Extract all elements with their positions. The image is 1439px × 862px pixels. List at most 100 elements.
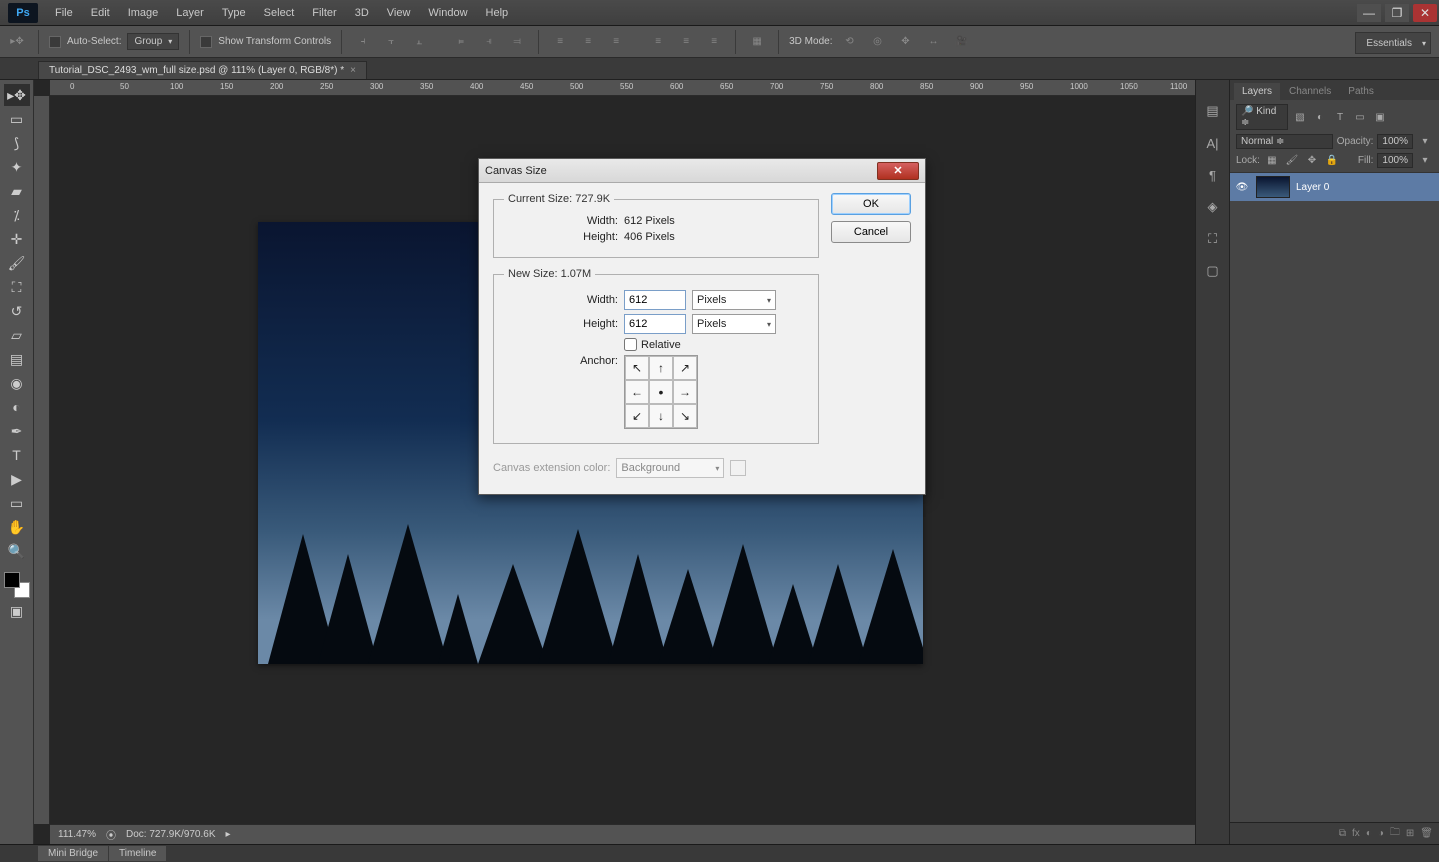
paragraph-panel-icon[interactable]: ¶ bbox=[1202, 164, 1224, 186]
new-layer-icon[interactable]: ⊞ bbox=[1406, 828, 1414, 839]
show-transform-checkbox[interactable] bbox=[200, 36, 212, 48]
lasso-tool[interactable]: ⟆ bbox=[4, 132, 30, 154]
3d-roll-icon[interactable]: ◎ bbox=[866, 32, 888, 52]
document-tab-close-icon[interactable]: × bbox=[350, 65, 356, 76]
tab-timeline[interactable]: Timeline bbox=[109, 846, 166, 861]
menu-window[interactable]: Window bbox=[419, 7, 476, 19]
ruler-horizontal[interactable]: 0501001502002503003504004505005506006507… bbox=[50, 80, 1195, 96]
layer-row[interactable]: 👁 Layer 0 bbox=[1230, 173, 1439, 201]
distribute-4-icon[interactable]: ≡ bbox=[647, 32, 669, 52]
history-brush-tool[interactable]: ↺ bbox=[4, 300, 30, 322]
filter-smart-icon[interactable]: ▣ bbox=[1372, 112, 1388, 123]
pen-tool[interactable]: ✒ bbox=[4, 420, 30, 442]
crop-tool[interactable]: ▰ bbox=[4, 180, 30, 202]
anchor-n[interactable]: ↑ bbox=[649, 356, 673, 380]
healing-brush-tool[interactable]: ✛ bbox=[4, 228, 30, 250]
3d-slide-icon[interactable]: ↔ bbox=[922, 32, 944, 52]
hand-tool[interactable]: ✋ bbox=[4, 516, 30, 538]
eyedropper-tool[interactable]: ⁒ bbox=[4, 204, 30, 226]
lock-transparent-icon[interactable]: ▦ bbox=[1264, 155, 1280, 166]
distribute-5-icon[interactable]: ≡ bbox=[675, 32, 697, 52]
brush-tool[interactable]: 🖌 bbox=[4, 252, 30, 274]
layer-visibility-icon[interactable]: 👁 bbox=[1234, 182, 1250, 193]
fill-input[interactable]: 100% bbox=[1377, 153, 1413, 168]
align-left-icon[interactable]: ⫞ bbox=[352, 32, 374, 52]
marquee-tool[interactable]: ▭ bbox=[4, 108, 30, 130]
layer-fx-icon[interactable]: fx bbox=[1352, 828, 1360, 839]
align-center-v-icon[interactable]: ⫣ bbox=[478, 32, 500, 52]
status-expand-icon[interactable]: ⦿ bbox=[106, 827, 116, 842]
history-panel-icon[interactable]: ▤ bbox=[1202, 100, 1224, 122]
opacity-input[interactable]: 100% bbox=[1377, 134, 1413, 149]
ok-button[interactable]: OK bbox=[831, 193, 911, 215]
zoom-level[interactable]: 111.47% bbox=[58, 829, 96, 840]
new-fill-layer-icon[interactable]: ◑ bbox=[1378, 828, 1384, 839]
anchor-sw[interactable]: ↙ bbox=[625, 404, 649, 428]
menu-3d[interactable]: 3D bbox=[346, 7, 378, 19]
lock-all-icon[interactable]: 🔒 bbox=[1324, 155, 1340, 166]
delete-layer-icon[interactable]: 🗑 bbox=[1420, 828, 1433, 839]
new-width-unit-dropdown[interactable]: Pixels bbox=[692, 290, 776, 310]
type-tool[interactable]: T bbox=[4, 444, 30, 466]
eraser-tool[interactable]: ▱ bbox=[4, 324, 30, 346]
distribute-6-icon[interactable]: ≡ bbox=[703, 32, 725, 52]
auto-select-target-dropdown[interactable]: Group bbox=[127, 33, 179, 50]
3d-pan-icon[interactable]: ✥ bbox=[894, 32, 916, 52]
dialog-close-button[interactable]: ✕ bbox=[877, 162, 919, 180]
menu-type[interactable]: Type bbox=[213, 7, 255, 19]
menu-layer[interactable]: Layer bbox=[167, 7, 213, 19]
new-height-input[interactable] bbox=[624, 314, 686, 334]
close-button[interactable]: ✕ bbox=[1413, 4, 1437, 22]
relative-checkbox[interactable] bbox=[624, 338, 637, 351]
layer-thumbnail[interactable] bbox=[1256, 176, 1290, 198]
extension-color-dropdown[interactable]: Background bbox=[616, 458, 724, 478]
filter-adjust-icon[interactable]: ◐ bbox=[1312, 112, 1328, 123]
magic-wand-tool[interactable]: ✦ bbox=[4, 156, 30, 178]
new-height-unit-dropdown[interactable]: Pixels bbox=[692, 314, 776, 334]
cancel-button[interactable]: Cancel bbox=[831, 221, 911, 243]
properties-panel-icon[interactable]: ⛶ bbox=[1202, 228, 1224, 250]
auto-select-checkbox[interactable] bbox=[49, 36, 61, 48]
distribute-3-icon[interactable]: ≡ bbox=[605, 32, 627, 52]
workspace-switcher[interactable]: Essentials bbox=[1355, 32, 1431, 54]
tab-layers[interactable]: Layers bbox=[1234, 83, 1280, 100]
minimize-button[interactable]: — bbox=[1357, 4, 1381, 22]
menu-view[interactable]: View bbox=[378, 7, 420, 19]
filter-pixel-icon[interactable]: ▧ bbox=[1292, 112, 1308, 123]
distribute-2-icon[interactable]: ≡ bbox=[577, 32, 599, 52]
gradient-tool[interactable]: ▤ bbox=[4, 348, 30, 370]
3d-zoom-icon[interactable]: 🎥 bbox=[950, 32, 972, 52]
layer-mask-icon[interactable]: ◐ bbox=[1366, 828, 1372, 839]
tab-channels[interactable]: Channels bbox=[1281, 83, 1339, 100]
3d-orbit-icon[interactable]: ⟲ bbox=[838, 32, 860, 52]
anchor-center[interactable]: • bbox=[649, 380, 673, 404]
quick-mask-toggle[interactable]: ▣ bbox=[4, 600, 30, 622]
anchor-s[interactable]: ↓ bbox=[649, 404, 673, 428]
layer-name[interactable]: Layer 0 bbox=[1296, 182, 1329, 193]
info-panel-icon[interactable]: ▢ bbox=[1202, 260, 1224, 282]
opacity-arrow-icon[interactable]: ▾ bbox=[1417, 136, 1433, 147]
status-arrow-icon[interactable]: ▸ bbox=[226, 829, 231, 840]
menu-help[interactable]: Help bbox=[477, 7, 518, 19]
auto-align-icon[interactable]: ▦ bbox=[746, 32, 768, 52]
extension-color-swatch[interactable] bbox=[730, 460, 746, 476]
lock-position-icon[interactable]: ✥ bbox=[1304, 155, 1320, 166]
distribute-1-icon[interactable]: ≡ bbox=[549, 32, 571, 52]
align-center-h-icon[interactable]: ⫟ bbox=[380, 32, 402, 52]
zoom-tool[interactable]: 🔍 bbox=[4, 540, 30, 562]
filter-kind-dropdown[interactable]: 🔎 Kind ≑ bbox=[1236, 104, 1288, 130]
anchor-ne[interactable]: ↗ bbox=[673, 356, 697, 380]
document-tab[interactable]: Tutorial_DSC_2493_wm_full size.psd @ 111… bbox=[38, 61, 367, 79]
move-tool[interactable]: ▸✥ bbox=[4, 84, 30, 106]
new-width-input[interactable] bbox=[624, 290, 686, 310]
foreground-color-swatch[interactable] bbox=[4, 572, 20, 588]
align-bottom-icon[interactable]: ⫤ bbox=[506, 32, 528, 52]
ruler-vertical[interactable] bbox=[34, 96, 50, 824]
tab-mini-bridge[interactable]: Mini Bridge bbox=[38, 846, 108, 861]
anchor-e[interactable]: → bbox=[673, 380, 697, 404]
filter-shape-icon[interactable]: ▭ bbox=[1352, 112, 1368, 123]
dialog-titlebar[interactable]: Canvas Size ✕ bbox=[479, 159, 925, 183]
blend-mode-dropdown[interactable]: Normal ≑ bbox=[1236, 134, 1333, 149]
filter-type-icon[interactable]: T bbox=[1332, 112, 1348, 123]
blur-tool[interactable]: ◉ bbox=[4, 372, 30, 394]
